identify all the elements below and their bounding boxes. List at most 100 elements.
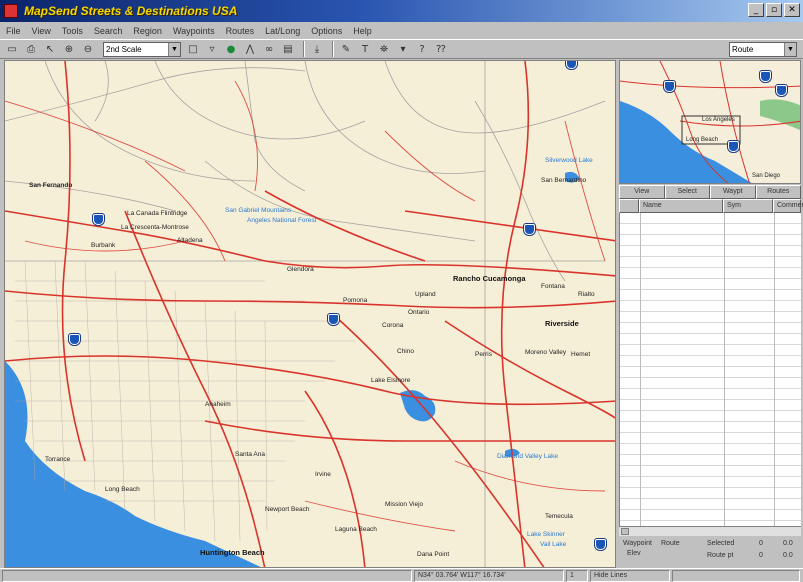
interstate-shield-icon	[69, 334, 80, 345]
route-icon[interactable]: ⛯	[376, 41, 392, 57]
map-label: Vail Lake	[540, 541, 567, 548]
chevron-down-icon: ▼	[168, 42, 180, 56]
tab-waypt[interactable]: Waypt	[710, 185, 756, 199]
scrollbar-thumb[interactable]	[621, 528, 629, 535]
info-selected-value: 0	[759, 540, 763, 547]
globe-icon[interactable]: ●	[223, 41, 239, 57]
map-label: Torrance	[45, 456, 71, 463]
interstate-shield-icon	[760, 71, 771, 82]
zoom-out-icon[interactable]: ⊖	[80, 41, 96, 57]
menu-latlong[interactable]: Lat/Long	[265, 26, 300, 36]
menu-tools[interactable]: Tools	[62, 26, 83, 36]
status-coordinates: N34° 03.764' W117° 16.734'	[414, 570, 564, 582]
map-label: Irvine	[315, 471, 331, 478]
column-divider	[774, 213, 775, 526]
print-icon[interactable]: ⎙	[23, 41, 39, 57]
info-routept-label: Route pt	[707, 552, 734, 559]
column-header-sym[interactable]: Sym	[723, 199, 773, 213]
minimize-button[interactable]: _	[748, 3, 764, 17]
map-label: Upland	[415, 291, 436, 298]
map-label: Silverwood Lake	[545, 157, 593, 164]
help-pointer-icon[interactable]: ?	[414, 41, 430, 57]
tab-select[interactable]: Select	[664, 185, 710, 199]
main-map[interactable]: San Fernando La Canada Flintridge La Cre…	[4, 60, 616, 568]
app-icon[interactable]	[4, 4, 18, 18]
status-blank	[2, 570, 412, 582]
map-label: Rancho Cucamonga	[453, 274, 526, 283]
info-route-label: Route	[661, 540, 680, 547]
horizontal-scrollbar[interactable]	[619, 526, 801, 536]
map-label: La Crescenta-Montrose	[121, 224, 189, 231]
interstate-shield-icon	[93, 214, 104, 225]
text-tool-icon[interactable]: T	[357, 41, 373, 57]
map-label: San Fernando	[29, 182, 73, 189]
menu-view[interactable]: View	[32, 26, 51, 36]
select-rect-icon[interactable]: □	[185, 41, 201, 57]
map-label: Altadena	[177, 237, 203, 244]
download-icon[interactable]: ⤓	[309, 41, 325, 57]
overview-map[interactable]: Los Angeles Long Beach San Diego	[619, 60, 801, 184]
map-label: Moreno Valley	[525, 349, 567, 356]
map-label: Angeles National Forest	[247, 217, 317, 224]
map-label: Temecula	[545, 513, 573, 520]
close-button[interactable]: ✕	[784, 3, 800, 17]
info-waypoint-label: Waypoint	[623, 540, 652, 547]
tab-routes[interactable]: Routes	[755, 185, 801, 199]
overview-label: Long Beach	[686, 137, 719, 143]
binoculars-icon[interactable]: ∞	[261, 41, 277, 57]
map-label: Rialto	[578, 291, 595, 298]
map-label: Anaheim	[205, 401, 231, 408]
menu-help[interactable]: Help	[353, 26, 372, 36]
scale-dropdown[interactable]: 2nd Scale ▼	[103, 41, 181, 57]
waypoint-list[interactable]	[619, 213, 801, 526]
interstate-shield-icon	[664, 81, 675, 92]
interstate-shield-icon	[728, 141, 739, 152]
zoom-in-icon[interactable]: ⊕	[61, 41, 77, 57]
open-icon[interactable]: ▭	[4, 41, 20, 57]
menu-search[interactable]: Search	[94, 26, 123, 36]
chevron-down-icon[interactable]: ▾	[395, 41, 411, 57]
info-time-value: 0.0	[783, 552, 793, 559]
menu-options[interactable]: Options	[311, 26, 342, 36]
status-bar: N34° 03.764' W117° 16.734' 1 Hide Lines	[0, 568, 803, 582]
pointer-icon[interactable]: ↖	[42, 41, 58, 57]
menu-region[interactable]: Region	[133, 26, 162, 36]
mode-value: Route	[732, 45, 754, 54]
map-label: Glendora	[287, 266, 314, 273]
mode-dropdown[interactable]: Route ▼	[729, 42, 797, 57]
panel-tabs: View Select Waypt Routes	[619, 185, 801, 199]
map-label: Diamond Valley Lake	[497, 453, 558, 460]
toolbar: ▭ ⎙ ↖ ⊕ ⊖ 2nd Scale ▼ □ ▿ ● ⋀ ∞ ▤ ⤓ ✎ T …	[0, 39, 803, 59]
layers-icon[interactable]: ▤	[280, 41, 296, 57]
window-title: MapSend Streets & Destinations USA	[24, 4, 238, 18]
menu-file[interactable]: File	[6, 26, 21, 36]
menu-bar: File View Tools Search Region Waypoints …	[0, 22, 803, 39]
column-header-comment[interactable]: Comment	[773, 199, 803, 213]
map-label: Lake Elsinore	[371, 377, 411, 384]
map-canvas[interactable]	[5, 61, 616, 568]
menu-waypoints[interactable]: Waypoints	[173, 26, 215, 36]
menu-routes[interactable]: Routes	[226, 26, 255, 36]
column-divider	[724, 213, 725, 526]
maximize-button[interactable]: ▫	[766, 3, 782, 17]
tab-view[interactable]: View	[619, 185, 665, 199]
column-header-name[interactable]: Name	[639, 199, 723, 213]
toolbar-separator	[303, 41, 305, 57]
pencil-icon[interactable]: ✎	[338, 41, 354, 57]
map-label: Huntington Beach	[200, 548, 265, 557]
interstate-shield-icon	[328, 314, 339, 325]
map-label: La Canada Flintridge	[127, 210, 188, 217]
scale-value: 2nd Scale	[106, 44, 142, 54]
map-label: Long Beach	[105, 486, 140, 493]
measure-icon[interactable]: ⋀	[242, 41, 258, 57]
interstate-shield-icon	[595, 539, 606, 550]
list-header: Name Sym Comment	[619, 199, 803, 213]
context-help-icon[interactable]: ⁇	[433, 41, 449, 57]
map-label: San Gabriel Mountains	[225, 207, 292, 214]
map-label: Mission Viejo	[385, 501, 424, 508]
title-bar: MapSend Streets & Destinations USA _ ▫ ✕	[0, 0, 803, 22]
map-label: Ontario	[408, 309, 430, 316]
filter-icon[interactable]: ▿	[204, 41, 220, 57]
status-blank-right	[672, 570, 800, 582]
column-header[interactable]	[619, 199, 639, 213]
